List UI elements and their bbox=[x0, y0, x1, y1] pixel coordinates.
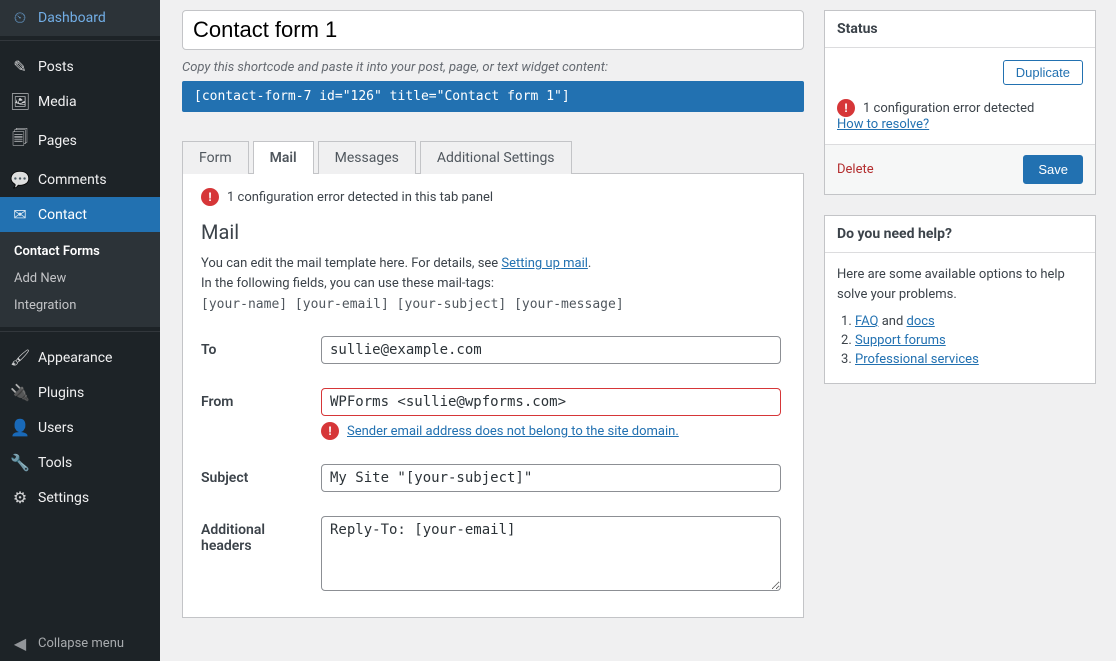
comments-icon: 💬 bbox=[10, 170, 30, 189]
pin-icon: ✎ bbox=[10, 57, 30, 76]
field-row-subject: Subject bbox=[201, 464, 785, 492]
main-area: Copy this shortcode and paste it into yo… bbox=[160, 0, 1116, 661]
config-error-banner: ! 1 configuration error detected in this… bbox=[201, 188, 785, 206]
faq-link[interactable]: FAQ bbox=[855, 314, 878, 329]
user-icon: 👤 bbox=[10, 418, 30, 437]
input-subject[interactable] bbox=[321, 464, 781, 492]
menu-separator bbox=[0, 40, 160, 45]
help-intro: Here are some available options to help … bbox=[837, 265, 1083, 304]
field-row-to: To bbox=[201, 336, 785, 364]
submenu-add-new[interactable]: Add New bbox=[0, 265, 160, 292]
status-error-row: ! 1 configuration error detected bbox=[837, 99, 1083, 117]
sidebar-submenu-contact: Contact Forms Add New Integration bbox=[0, 232, 160, 327]
sidebar-item-label: Posts bbox=[38, 59, 74, 75]
sidebar-item-label: Users bbox=[38, 420, 74, 436]
label-to: To bbox=[201, 336, 301, 358]
textarea-additional-headers[interactable]: Reply-To: [your-email] bbox=[321, 516, 781, 591]
tab-additional-settings[interactable]: Additional Settings bbox=[420, 141, 572, 174]
sidebar-item-label: Appearance bbox=[38, 350, 112, 366]
shortcode-block[interactable]: [contact-form-7 id="126" title="Contact … bbox=[182, 81, 804, 112]
mail-section-heading: Mail bbox=[201, 220, 785, 244]
from-error-link[interactable]: Sender email address does not belong to … bbox=[347, 424, 679, 439]
mail-tags-intro: In the following fields, you can use the… bbox=[201, 274, 785, 294]
status-error-text: 1 configuration error detected bbox=[863, 101, 1034, 116]
tab-mail[interactable]: Mail bbox=[253, 141, 314, 174]
sidebar-item-label: Plugins bbox=[38, 385, 84, 401]
side-column: Status Duplicate ! 1 configuration error… bbox=[824, 10, 1096, 384]
input-from[interactable] bbox=[321, 388, 781, 416]
form-title-input[interactable] bbox=[182, 10, 804, 50]
sidebar-item-comments[interactable]: 💬 Comments bbox=[0, 162, 160, 197]
sidebar-item-plugins[interactable]: 🔌 Plugins bbox=[0, 375, 160, 410]
how-to-resolve-link[interactable]: How to resolve? bbox=[837, 117, 929, 132]
duplicate-button[interactable]: Duplicate bbox=[1003, 60, 1083, 85]
setting-up-mail-link[interactable]: Setting up mail bbox=[501, 256, 587, 271]
dashboard-icon: ⏲ bbox=[10, 8, 30, 28]
field-row-from: From ! Sender email address does not bel… bbox=[201, 388, 785, 440]
tab-form[interactable]: Form bbox=[182, 141, 249, 174]
sidebar-item-posts[interactable]: ✎ Posts bbox=[0, 49, 160, 84]
field-row-headers: Additional headers Reply-To: [your-email… bbox=[201, 516, 785, 595]
from-error: ! Sender email address does not belong t… bbox=[321, 422, 781, 440]
page-icon: 🗐 bbox=[10, 127, 30, 154]
submenu-integration[interactable]: Integration bbox=[0, 292, 160, 319]
content-column: Copy this shortcode and paste it into yo… bbox=[182, 10, 804, 618]
help-item-faq: FAQ and docs bbox=[855, 314, 1083, 329]
submenu-contact-forms[interactable]: Contact Forms bbox=[0, 238, 160, 265]
support-forums-link[interactable]: Support forums bbox=[855, 333, 946, 348]
status-title: Status bbox=[825, 11, 1095, 48]
admin-sidebar: ⏲ Dashboard ✎ Posts 🖼 Media 🗐 Pages 💬 Co… bbox=[0, 0, 160, 661]
help-item-pro: Professional services bbox=[855, 352, 1083, 367]
tab-list: Form Mail Messages Additional Settings bbox=[182, 140, 804, 174]
sidebar-item-users[interactable]: 👤 Users bbox=[0, 410, 160, 445]
wrench-icon: 🔧 bbox=[10, 453, 30, 472]
sidebar-item-pages[interactable]: 🗐 Pages bbox=[0, 119, 160, 162]
sidebar-item-settings[interactable]: ⚙ Settings bbox=[0, 480, 160, 515]
sidebar-item-dashboard[interactable]: ⏲ Dashboard bbox=[0, 0, 160, 36]
help-title: Do you need help? bbox=[825, 216, 1095, 253]
menu-separator bbox=[0, 331, 160, 336]
collapse-label: Collapse menu bbox=[38, 636, 124, 651]
mail-icon: ✉ bbox=[10, 205, 30, 224]
alert-icon: ! bbox=[201, 188, 219, 206]
sidebar-item-label: Contact bbox=[38, 207, 87, 223]
sidebar-item-label: Tools bbox=[38, 455, 72, 471]
mail-intro-text: You can edit the mail template here. For… bbox=[201, 254, 785, 274]
plugin-icon: 🔌 bbox=[10, 383, 30, 402]
label-from: From bbox=[201, 388, 301, 410]
label-additional-headers: Additional headers bbox=[201, 516, 301, 554]
professional-services-link[interactable]: Professional services bbox=[855, 352, 979, 367]
media-icon: 🖼 bbox=[10, 92, 30, 111]
sidebar-item-label: Comments bbox=[38, 172, 107, 188]
label-subject: Subject bbox=[201, 464, 301, 486]
status-box: Status Duplicate ! 1 configuration error… bbox=[824, 10, 1096, 195]
status-actions: Delete Save bbox=[825, 144, 1095, 194]
help-box: Do you need help? Here are some availabl… bbox=[824, 215, 1096, 384]
sidebar-item-appearance[interactable]: 🖌 Appearance bbox=[0, 340, 160, 375]
sidebar-item-media[interactable]: 🖼 Media bbox=[0, 84, 160, 119]
sidebar-item-label: Dashboard bbox=[38, 10, 106, 26]
sliders-icon: ⚙ bbox=[10, 488, 30, 507]
tab-panel-mail: ! 1 configuration error detected in this… bbox=[182, 174, 804, 618]
help-list: FAQ and docs Support forums Professional… bbox=[837, 314, 1083, 367]
collapse-menu-button[interactable]: ◀ Collapse menu bbox=[0, 626, 160, 661]
tab-messages[interactable]: Messages bbox=[318, 141, 416, 174]
config-error-text: 1 configuration error detected in this t… bbox=[227, 190, 493, 205]
sidebar-item-contact[interactable]: ✉ Contact bbox=[0, 197, 160, 232]
alert-icon: ! bbox=[837, 99, 855, 117]
shortcode-hint: Copy this shortcode and paste it into yo… bbox=[182, 60, 804, 75]
input-to[interactable] bbox=[321, 336, 781, 364]
sidebar-item-label: Settings bbox=[38, 490, 89, 506]
sidebar-item-tools[interactable]: 🔧 Tools bbox=[0, 445, 160, 480]
mail-tags-list: [your-name] [your-email] [your-subject] … bbox=[201, 297, 785, 312]
save-button[interactable]: Save bbox=[1023, 155, 1083, 184]
collapse-icon: ◀ bbox=[10, 634, 30, 653]
sidebar-item-label: Pages bbox=[38, 133, 77, 149]
alert-icon: ! bbox=[321, 422, 339, 440]
brush-icon: 🖌 bbox=[10, 348, 30, 367]
sidebar-item-label: Media bbox=[38, 94, 77, 110]
delete-link[interactable]: Delete bbox=[837, 162, 874, 177]
docs-link[interactable]: docs bbox=[907, 314, 935, 329]
help-item-forums: Support forums bbox=[855, 333, 1083, 348]
